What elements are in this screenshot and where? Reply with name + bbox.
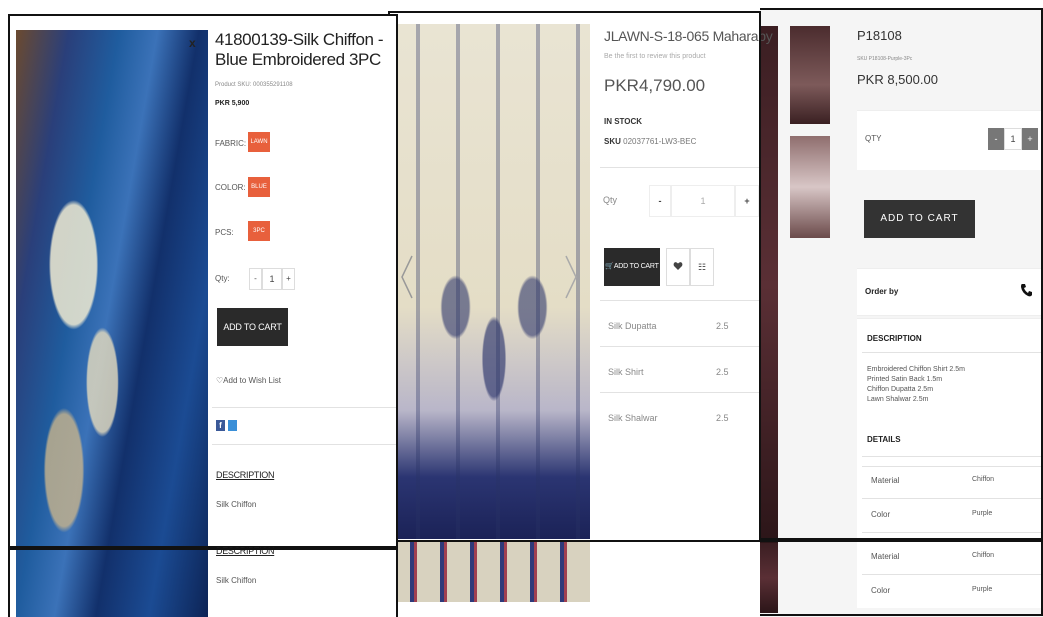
cart-icon: 🛒 xyxy=(605,263,614,270)
product-panel-1 xyxy=(8,14,398,617)
fabric-option-lawn[interactable]: LAWN xyxy=(248,132,270,152)
description-text: Silk Chiffon xyxy=(216,576,257,585)
carousel-prev-icon[interactable] xyxy=(400,254,414,300)
divider xyxy=(212,407,398,408)
details-heading: DETAILS xyxy=(867,435,901,444)
twitter-icon[interactable] xyxy=(228,420,237,431)
product-title: P18108 xyxy=(857,28,902,43)
add-to-cart-button[interactable]: 🛒ADD TO CART xyxy=(604,248,660,286)
details-name: Material xyxy=(871,476,900,485)
color-option-blue[interactable]: BLUE xyxy=(248,177,270,197)
wishlist-label: Add to Wish List xyxy=(223,376,281,385)
add-to-cart-button[interactable]: ADD TO CART xyxy=(864,200,975,238)
sku-label: SKU xyxy=(604,137,621,146)
fabric-label: FABRIC: xyxy=(215,139,247,148)
divider xyxy=(212,444,398,445)
qty-input[interactable]: 1 xyxy=(671,185,735,217)
description-line: Chiffon Dupatta 2.5m xyxy=(867,386,934,393)
product-panel-2 xyxy=(388,11,760,617)
pcs-label: PCS: xyxy=(215,228,234,237)
product-main-image-edge xyxy=(760,26,778,546)
description-text: Silk Chiffon xyxy=(216,500,257,509)
details-name: Color xyxy=(871,586,891,595)
spec-name: Silk Shalwar xyxy=(608,413,658,423)
divider xyxy=(862,456,1043,457)
details-name: Material xyxy=(871,552,900,561)
divider xyxy=(600,300,760,301)
product-sku: SKU 02037761-LW3-BEC xyxy=(604,137,696,146)
divider xyxy=(600,346,760,347)
review-prompt-link[interactable]: Be the first to review this product xyxy=(604,53,706,60)
spec-value: 2.5 xyxy=(716,321,729,331)
divider xyxy=(862,532,1043,533)
qty-label: Qty: xyxy=(215,274,230,283)
product-title: 41800139-Silk Chiffon - Blue Embroidered… xyxy=(215,30,384,69)
description-line: Embroidered Chiffon Shirt 2.5m xyxy=(867,366,965,373)
product-thumbnail[interactable] xyxy=(790,26,830,124)
product-price: PKR4,790.00 xyxy=(604,76,706,95)
spec-value: 2.5 xyxy=(716,413,729,423)
spec-name: Silk Shirt xyxy=(608,367,644,377)
qty-input[interactable]: 1 xyxy=(262,268,282,290)
description-heading: DESCRIPTION xyxy=(867,334,922,343)
description-heading: DESCRIPTION xyxy=(216,546,275,556)
product-sku: Product SKU: 000355291108 xyxy=(215,82,293,88)
stock-status: IN STOCK xyxy=(604,117,643,126)
product-image-strip xyxy=(398,542,590,602)
qty-increment-button[interactable]: + xyxy=(735,185,759,217)
divider xyxy=(862,466,1043,467)
divider xyxy=(862,352,1043,353)
product-price: PKR 8,500.00 xyxy=(857,72,938,87)
details-name: Color xyxy=(871,510,891,519)
add-to-cart-label: ADD TO CART xyxy=(613,263,659,270)
qty-label: QTY xyxy=(865,134,882,143)
product-main-image xyxy=(398,24,590,539)
divider xyxy=(862,498,1043,499)
wishlist-link[interactable]: ♡Add to Wish List xyxy=(216,376,281,385)
spec-value: 2.5 xyxy=(716,367,729,377)
product-thumbnail[interactable] xyxy=(790,136,830,238)
details-value: Purple xyxy=(972,510,993,517)
qty-label: Qty xyxy=(603,195,618,205)
product-title: JLAWN-S-18-065 Maharaby xyxy=(604,28,773,44)
description-heading: DESCRIPTION xyxy=(216,470,275,480)
compare-icon[interactable]: ☷ xyxy=(690,248,714,286)
qty-decrement-button[interactable]: - xyxy=(649,185,671,217)
sku-value: 02037761-LW3-BEC xyxy=(623,137,697,146)
facebook-icon[interactable]: f xyxy=(216,420,225,431)
details-value: Purple xyxy=(972,586,993,593)
divider xyxy=(600,167,760,168)
qty-input[interactable]: 1 xyxy=(1004,128,1022,150)
carousel-next-icon[interactable] xyxy=(564,254,578,300)
qty-decrement-button[interactable]: - xyxy=(988,128,1004,150)
product-main-image xyxy=(16,30,208,617)
close-icon[interactable]: x xyxy=(189,36,196,50)
details-value: Chiffon xyxy=(972,552,995,559)
pcs-option-3pc[interactable]: 3PC xyxy=(248,221,270,241)
color-label: COLOR: xyxy=(215,183,246,192)
product-main-image-edge xyxy=(760,543,778,613)
product-sku: SKU P18108-Purple-3Pc xyxy=(857,56,913,62)
add-to-cart-button[interactable]: ADD TO CART xyxy=(217,308,288,346)
description-line: Lawn Shalwar 2.5m xyxy=(867,396,929,403)
heart-icon[interactable] xyxy=(666,248,690,286)
description-line: Printed Satin Back 1.5m xyxy=(867,376,943,383)
details-value: Chiffon xyxy=(972,476,995,483)
phone-icon[interactable] xyxy=(1020,283,1032,297)
order-by-label: Order by xyxy=(865,287,899,296)
qty-decrement-button[interactable]: - xyxy=(249,268,262,290)
description-section xyxy=(857,318,1043,608)
spec-name: Silk Dupatta xyxy=(608,321,657,331)
divider xyxy=(600,392,760,393)
product-price: PKR 5,900 xyxy=(215,100,250,107)
qty-increment-button[interactable]: + xyxy=(282,268,295,290)
divider xyxy=(862,574,1043,575)
qty-increment-button[interactable]: + xyxy=(1022,128,1038,150)
